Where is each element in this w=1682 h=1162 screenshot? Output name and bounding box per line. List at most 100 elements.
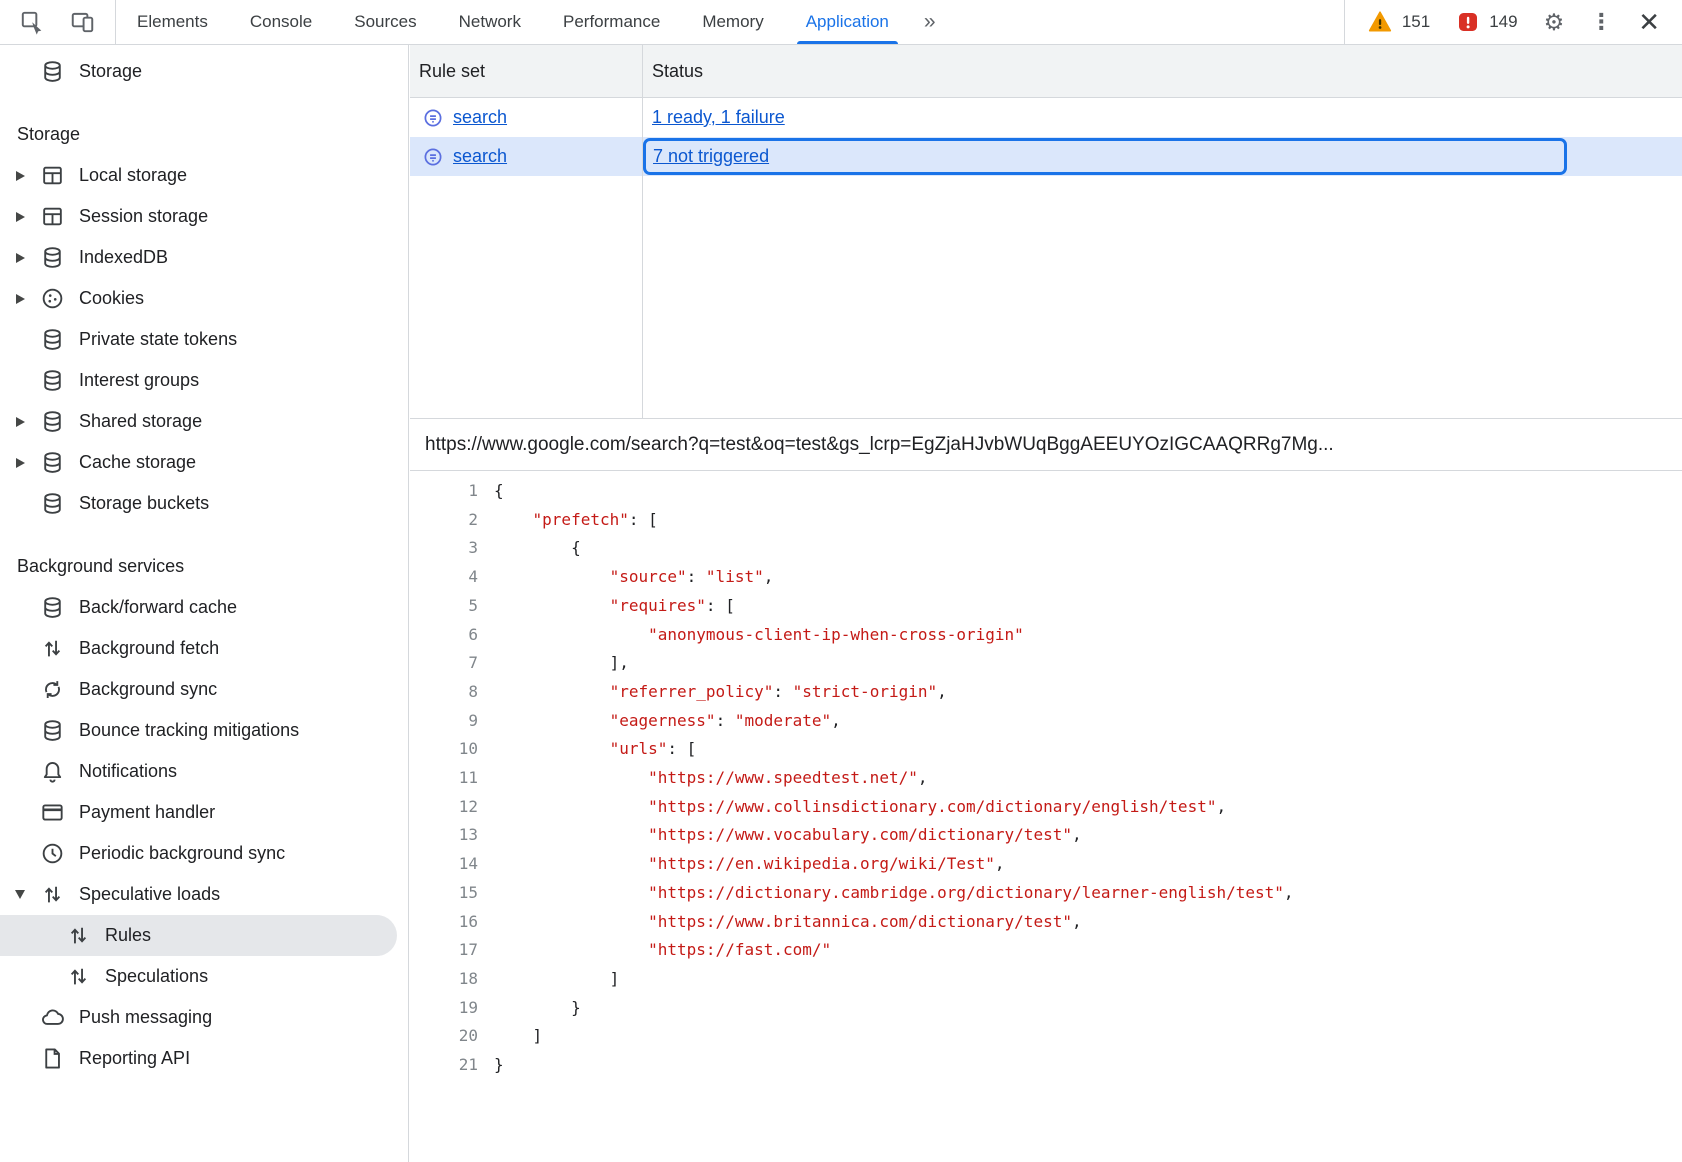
code-content: "https://fast.com/" <box>494 936 831 965</box>
line-number: 18 <box>410 965 478 994</box>
updown-arrows-icon <box>40 882 65 907</box>
expand-arrow-icon[interactable] <box>0 458 40 468</box>
close-icon[interactable]: ✕ <box>1638 9 1660 35</box>
sidebar-item-background-sync[interactable]: Background sync <box>0 669 408 710</box>
database-icon <box>40 595 65 620</box>
tab-performance[interactable]: Performance <box>542 0 681 44</box>
sidebar-item-back-forward-cache[interactable]: Back/forward cache <box>0 587 408 628</box>
settings-gear-icon[interactable]: ⚙ <box>1544 11 1565 34</box>
sidebar-item-storage[interactable]: Storage <box>0 51 408 92</box>
sidebar-item-push-messaging[interactable]: Push messaging <box>0 997 408 1038</box>
expand-arrow-icon[interactable] <box>0 417 40 427</box>
sidebar-item-cookies[interactable]: Cookies <box>0 278 408 319</box>
more-tabs-button[interactable]: » <box>910 0 950 44</box>
database-icon <box>40 368 65 393</box>
rule-set-row[interactable]: search 1 ready, 1 failure <box>410 98 1682 137</box>
tab-elements[interactable]: Elements <box>116 0 229 44</box>
sidebar-item-rules[interactable]: Rules <box>0 915 397 956</box>
sidebar-item-label: Storage <box>79 61 142 82</box>
sidebar-item-shared-storage[interactable]: Shared storage <box>0 401 408 442</box>
sidebar-item-label: Interest groups <box>79 370 199 391</box>
sidebar-item-reporting-api[interactable]: Reporting API <box>0 1038 408 1079</box>
rule-sets-table-header: Rule set Status <box>410 45 1682 98</box>
sidebar-item-notifications[interactable]: Notifications <box>0 751 408 792</box>
sidebar-item-periodic-background-sync[interactable]: Periodic background sync <box>0 833 408 874</box>
status-link[interactable]: 1 ready, 1 failure <box>652 107 785 128</box>
database-icon <box>40 327 65 352</box>
sidebar-item-interest-groups[interactable]: Interest groups <box>0 360 408 401</box>
line-number: 8 <box>410 678 478 707</box>
sidebar-item-label: Storage buckets <box>79 493 209 514</box>
sidebar-item-private-state-tokens[interactable]: Private state tokens <box>0 319 408 360</box>
sidebar-item-label: Cache storage <box>79 452 196 473</box>
code-content: { <box>494 534 581 563</box>
tab-sources[interactable]: Sources <box>333 0 437 44</box>
sidebar-item-storage-buckets[interactable]: Storage buckets <box>0 483 408 524</box>
rule-set-link[interactable]: search <box>453 146 507 167</box>
expand-arrow-icon[interactable] <box>0 212 40 222</box>
code-content: "https://www.vocabulary.com/dictionary/t… <box>494 821 1082 850</box>
sidebar-item-session-storage[interactable]: Session storage <box>0 196 408 237</box>
tab-network[interactable]: Network <box>438 0 542 44</box>
rule-set-row[interactable]: search 7 not triggered <box>410 137 1682 176</box>
line-number: 19 <box>410 994 478 1023</box>
code-editor[interactable]: 1{2 "prefetch": [3 {4 "source": "list",5… <box>410 471 1682 1162</box>
sidebar-item-label: Rules <box>105 925 151 946</box>
rule-set-link[interactable]: search <box>453 107 507 128</box>
database-icon <box>40 718 65 743</box>
code-content: "https://dictionary.cambridge.org/dictio… <box>494 879 1294 908</box>
line-number: 7 <box>410 649 478 678</box>
database-icon <box>40 409 65 434</box>
inspect-icon[interactable] <box>19 9 45 35</box>
code-line: 1{ <box>410 477 1682 506</box>
sidebar-item-speculative-loads[interactable]: Speculative loads <box>0 874 408 915</box>
code-line: 9 "eagerness": "moderate", <box>410 707 1682 736</box>
sidebar-item-label: Push messaging <box>79 1007 212 1028</box>
tab-application[interactable]: Application <box>785 0 910 44</box>
tab-memory[interactable]: Memory <box>681 0 784 44</box>
sidebar-item-local-storage[interactable]: Local storage <box>0 155 408 196</box>
collapse-arrow-icon[interactable] <box>0 890 40 899</box>
expand-arrow-icon[interactable] <box>0 294 40 304</box>
sidebar-item-label: IndexedDB <box>79 247 168 268</box>
sidebar-item-background-fetch[interactable]: Background fetch <box>0 628 408 669</box>
code-line: 21} <box>410 1051 1682 1080</box>
column-header-rule-set: Rule set <box>410 61 642 82</box>
line-number: 10 <box>410 735 478 764</box>
device-toolbar-icon[interactable] <box>69 9 96 35</box>
rule-set-cell[interactable]: search <box>410 137 642 176</box>
sidebar-item-label: Cookies <box>79 288 144 309</box>
code-line: 7 ], <box>410 649 1682 678</box>
line-number: 12 <box>410 793 478 822</box>
tab-console[interactable]: Console <box>229 0 333 44</box>
sidebar-item-speculations[interactable]: Speculations <box>0 956 408 997</box>
sidebar-item-cache-storage[interactable]: Cache storage <box>0 442 408 483</box>
column-divider <box>642 45 643 418</box>
line-number: 11 <box>410 764 478 793</box>
sidebar-item-label: Periodic background sync <box>79 843 285 864</box>
status-cell[interactable]: 1 ready, 1 failure <box>642 98 1682 137</box>
kebab-menu-icon[interactable]: ⋮ <box>1590 11 1612 33</box>
warnings-badge[interactable]: 151 <box>1367 9 1430 35</box>
rule-set-cell[interactable]: search <box>410 98 642 137</box>
sidebar-item-label: Speculations <box>105 966 208 987</box>
status-cell[interactable]: 7 not triggered <box>643 138 1567 175</box>
sidebar-item-indexeddb[interactable]: IndexedDB <box>0 237 408 278</box>
errors-badge[interactable]: 149 <box>1456 10 1517 34</box>
sidebar-item-bounce-tracking-mitigations[interactable]: Bounce tracking mitigations <box>0 710 408 751</box>
rule-set-icon <box>422 146 444 168</box>
code-line: 4 "source": "list", <box>410 563 1682 592</box>
card-icon <box>40 800 65 825</box>
expand-arrow-icon[interactable] <box>0 171 40 181</box>
updown-arrows-icon <box>66 923 91 948</box>
sidebar-item-payment-handler[interactable]: Payment handler <box>0 792 408 833</box>
line-number: 21 <box>410 1051 478 1080</box>
devtools-tabs: ElementsConsoleSourcesNetworkPerformance… <box>116 0 910 44</box>
database-icon <box>40 491 65 516</box>
cookie-icon <box>40 286 65 311</box>
more-tabs-icon: » <box>924 10 936 34</box>
rule-set-source-url[interactable]: https://www.google.com/search?q=test&oq=… <box>410 418 1682 471</box>
code-content: ] <box>494 965 619 994</box>
expand-arrow-icon[interactable] <box>0 253 40 263</box>
status-link[interactable]: 7 not triggered <box>653 146 769 167</box>
